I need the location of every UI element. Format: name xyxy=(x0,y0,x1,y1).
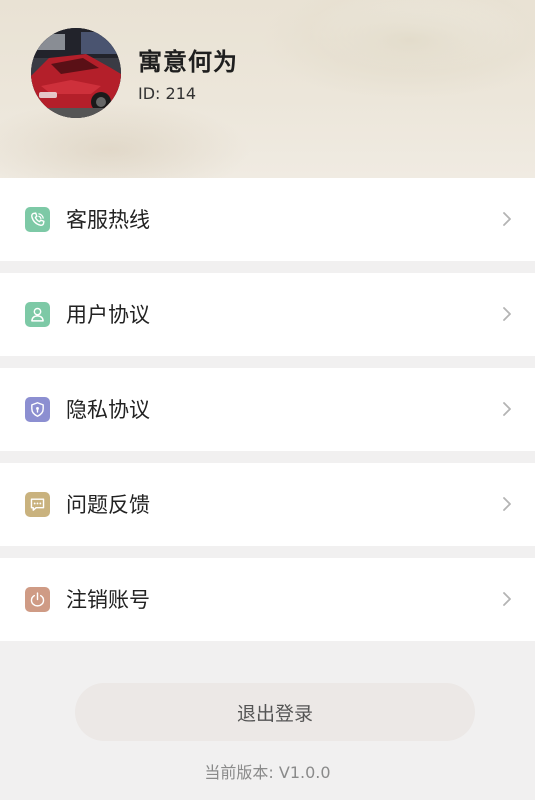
chevron-right-icon xyxy=(503,402,511,416)
chevron-right-icon xyxy=(503,497,511,511)
profile-page: 寓意何为 ID: 214 客服热线 用户协议 隐私协议 问题反馈 注销账号 退出… xyxy=(0,0,535,800)
chevron-right-icon xyxy=(503,307,511,321)
avatar[interactable] xyxy=(31,28,121,118)
menu-label-feedback: 问题反馈 xyxy=(66,493,150,517)
shield-icon xyxy=(25,397,50,422)
message-icon xyxy=(25,492,50,517)
menu-item-hotline[interactable]: 客服热线 xyxy=(0,178,535,261)
header-decoration xyxy=(260,0,535,100)
menu-label-privacy-agreement: 隐私协议 xyxy=(66,398,150,422)
version-text: 当前版本: V1.0.0 xyxy=(204,763,331,782)
menu-item-feedback[interactable]: 问题反馈 xyxy=(0,463,535,546)
power-icon xyxy=(25,587,50,612)
logout-button[interactable]: 退出登录 xyxy=(75,683,475,741)
user-id: ID: 214 xyxy=(138,84,197,103)
chevron-right-icon xyxy=(503,212,511,226)
menu-label-hotline: 客服热线 xyxy=(66,208,150,232)
menu-label-user-agreement: 用户协议 xyxy=(66,303,150,327)
profile-header: 寓意何为 ID: 214 xyxy=(0,0,535,178)
phone-icon xyxy=(25,207,50,232)
chevron-right-icon xyxy=(503,592,511,606)
user-name: 寓意何为 xyxy=(138,48,238,76)
menu-label-delete-account: 注销账号 xyxy=(66,588,150,612)
menu-item-privacy-agreement[interactable]: 隐私协议 xyxy=(0,368,535,451)
menu-item-delete-account[interactable]: 注销账号 xyxy=(0,558,535,641)
car-photo-icon xyxy=(31,28,121,118)
menu-item-user-agreement[interactable]: 用户协议 xyxy=(0,273,535,356)
user-icon xyxy=(25,302,50,327)
